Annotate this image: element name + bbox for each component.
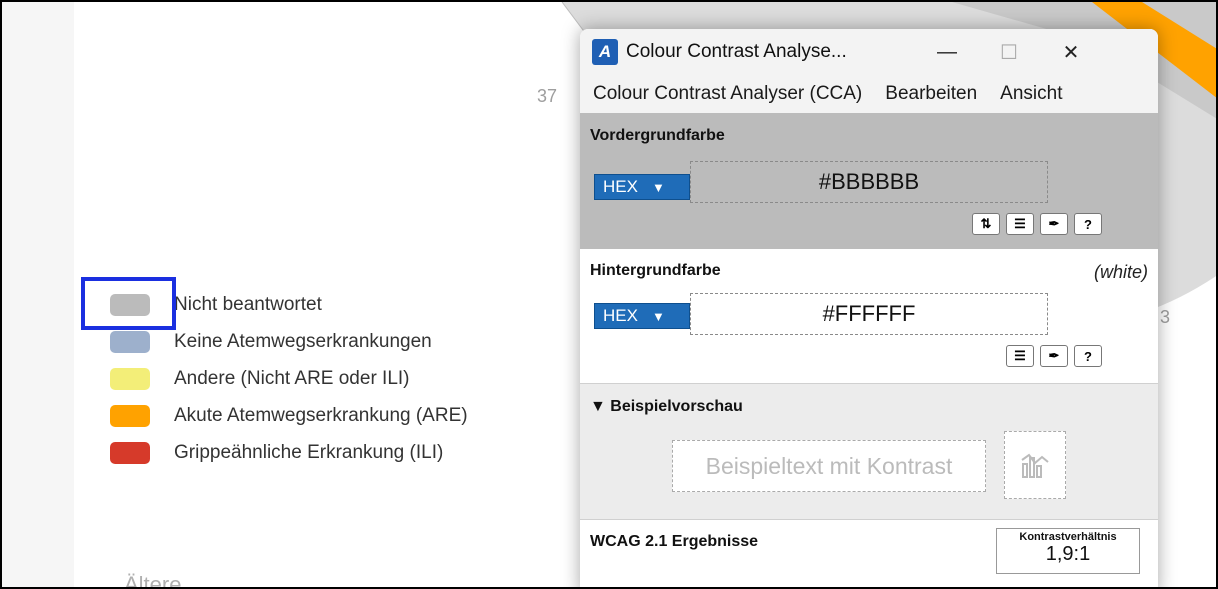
eyedropper-icon: ✒ [1048, 348, 1060, 363]
menu-bar: Colour Contrast Analyser (CCA) Bearbeite… [580, 75, 1158, 113]
help-icon: ? [1084, 216, 1092, 232]
app-icon: A [592, 39, 618, 65]
background-sliders-button[interactable]: ☰ [1006, 345, 1034, 367]
foreground-eyedropper-button[interactable]: ✒ [1040, 213, 1068, 235]
menu-cca[interactable]: Colour Contrast Analyser (CCA) [593, 83, 862, 105]
window-title: Colour Contrast Analyse... [626, 41, 847, 62]
legend-label: Akute Atemwegserkrankung (ARE) [174, 404, 468, 426]
background-hex-input[interactable]: #FFFFFF [690, 293, 1048, 335]
legend-label: Grippeähnliche Erkrankung (ILI) [174, 441, 444, 463]
foreground-hex-input[interactable]: #BBBBBB [690, 161, 1048, 203]
legend-label: Nicht beantwortet [174, 293, 322, 315]
background-eyedropper-button[interactable]: ✒ [1040, 345, 1068, 367]
close-button[interactable]: ✕ [1040, 29, 1102, 75]
pie-tick-label: 3 [1160, 307, 1171, 327]
swap-icon: ⇅ [980, 216, 992, 231]
legend-swatch [110, 404, 150, 427]
legend-item[interactable]: Grippeähnliche Erkrankung (ILI) [110, 434, 468, 471]
legend-swatch [110, 441, 150, 464]
legend-label: Andere (Nicht ARE oder ILI) [174, 367, 410, 389]
pie-tick-label: 37 [537, 86, 558, 106]
preview-toggle[interactable]: ▼ Beispielvorschau [590, 398, 1148, 416]
screenshot-frame: 37 3 Nicht beantwortet Keine Atemwegserkr… [0, 0, 1218, 589]
background-section: Hintergrundfarbe (white) HEX ▼ #FFFFFF ☰… [580, 249, 1158, 383]
page-margin [2, 2, 74, 587]
format-label: HEX [603, 306, 638, 325]
chevron-down-icon: ▼ [651, 308, 665, 324]
legend-item[interactable]: Andere (Nicht ARE oder ILI) [110, 360, 468, 397]
focus-highlight [81, 277, 176, 330]
preview-chart [1004, 431, 1066, 499]
color-name-label: (white) [1093, 262, 1148, 282]
legend-swatch [110, 367, 150, 390]
contrast-ratio-box: Kontrastverhältnis 1,9:1 [996, 528, 1140, 574]
legend-item[interactable]: Akute Atemwegserkrankung (ARE) [110, 397, 468, 434]
background-title: Hintergrundfarbe [590, 262, 721, 279]
sliders-icon: ☰ [1014, 216, 1026, 231]
results-section: WCAG 2.1 Ergebnisse Kontrastverhältnis 1… [580, 519, 1158, 587]
help-icon: ? [1084, 348, 1092, 364]
background-help-button[interactable]: ? [1074, 345, 1102, 367]
preview-sample-text: Beispieltext mit Kontrast [672, 440, 986, 492]
menu-view[interactable]: Ansicht [1000, 83, 1062, 105]
background-format-select[interactable]: HEX ▼ [594, 303, 690, 329]
swap-colors-button[interactable]: ⇅ [972, 213, 1000, 235]
foreground-help-button[interactable]: ? [1074, 213, 1102, 235]
maximize-button[interactable]: ☐ [978, 29, 1040, 75]
sliders-icon: ☰ [1014, 348, 1026, 363]
eyedropper-icon: ✒ [1048, 216, 1060, 231]
foreground-title: Vordergrundfarbe [590, 127, 725, 144]
contrast-ratio-label: Kontrastverhältnis [1019, 531, 1117, 543]
menu-edit[interactable]: Bearbeiten [885, 83, 977, 105]
chart-icon [1021, 453, 1049, 478]
contrast-ratio-value: 1,9:1 [1045, 543, 1091, 565]
chevron-down-icon: ▼ [651, 179, 665, 195]
foreground-sliders-button[interactable]: ☰ [1006, 213, 1034, 235]
cca-window: A Colour Contrast Analyse... — ☐ ✕ Colou… [580, 29, 1158, 587]
legend-swatch [110, 330, 150, 353]
foreground-format-select[interactable]: HEX ▼ [594, 174, 690, 200]
legend-label: Keine Atemwegserkrankungen [174, 330, 432, 352]
preview-section: ▼ Beispielvorschau Beispieltext mit Kont… [580, 383, 1158, 519]
minimize-button[interactable]: — [916, 29, 978, 75]
section-heading: Ältere [124, 572, 182, 589]
format-label: HEX [603, 177, 638, 196]
foreground-section: Vordergrundfarbe HEX ▼ #BBBBBB ⇅ ☰ ✒ ? [580, 113, 1158, 249]
title-bar[interactable]: A Colour Contrast Analyse... — ☐ ✕ [580, 29, 1158, 75]
